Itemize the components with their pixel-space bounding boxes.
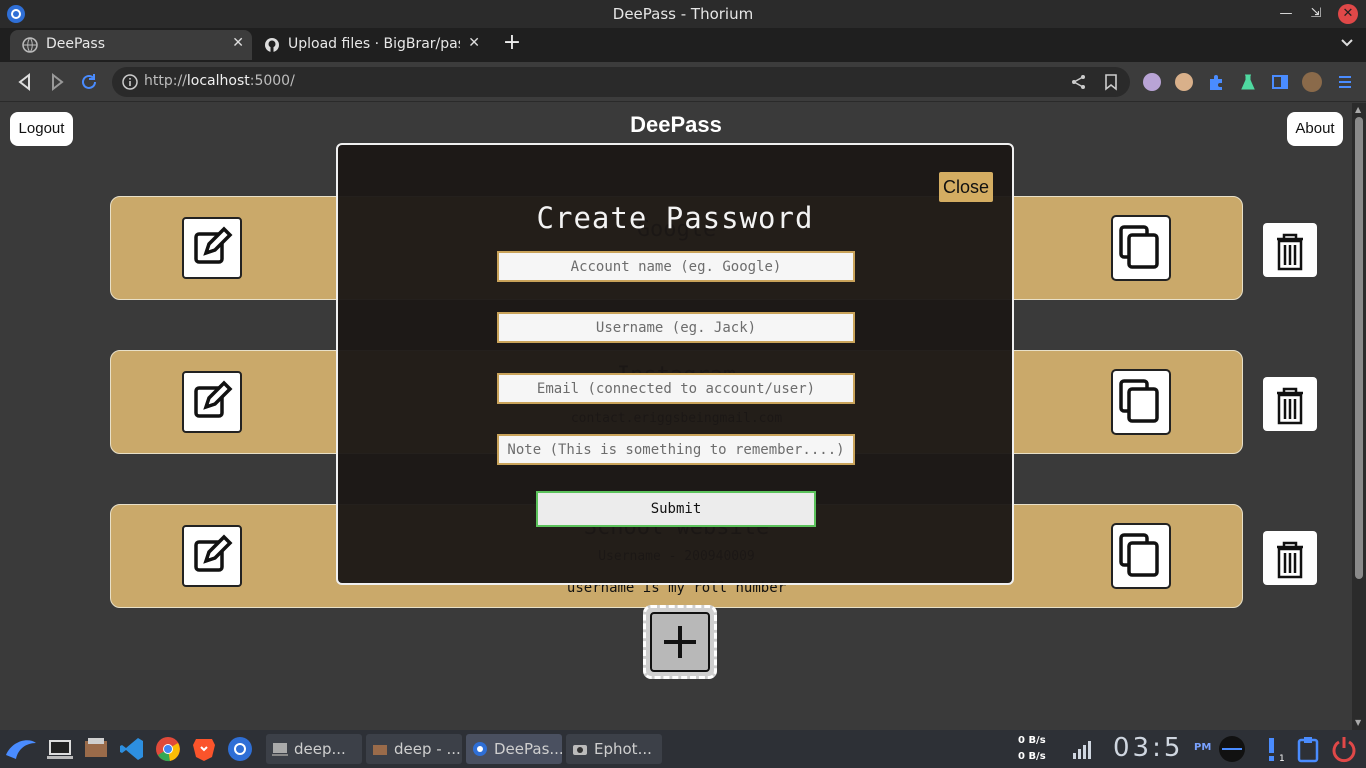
note-input[interactable] — [497, 434, 855, 465]
delete-button[interactable] — [1263, 531, 1317, 585]
add-button-inner — [650, 612, 710, 672]
task-label: deep... — [294, 740, 346, 758]
forward-icon[interactable] — [46, 71, 68, 93]
extension-face-icon[interactable] — [1175, 73, 1193, 91]
about-button[interactable]: About — [1287, 112, 1343, 146]
signal-icon[interactable] — [1070, 735, 1098, 763]
minimize-button[interactable]: — — [1276, 4, 1296, 24]
copy-icon — [1119, 379, 1159, 423]
modal-title: Create Password — [536, 201, 814, 235]
task-item[interactable]: Ephot... — [566, 734, 662, 764]
add-password-button[interactable] — [643, 605, 717, 679]
terminal-icon — [272, 743, 288, 756]
tab-label: DeePass — [46, 36, 105, 52]
tab-deepass[interactable]: DeePass ✕ — [10, 30, 252, 60]
net-download: 0 B/s — [1018, 735, 1046, 746]
new-tab-button[interactable]: + — [500, 32, 524, 56]
brand-title: DeePass — [630, 112, 722, 137]
file-manager-icon — [373, 745, 387, 755]
username-input[interactable] — [497, 312, 855, 343]
task-label: DeePas... — [494, 740, 562, 758]
brave-icon[interactable] — [190, 735, 218, 763]
tab-label: Upload files · BigBrar/passw — [288, 36, 460, 52]
scroll-down-icon[interactable]: ▼ — [1355, 719, 1363, 727]
menu-icon[interactable] — [1336, 73, 1354, 91]
chevron-down-icon[interactable] — [1340, 36, 1354, 50]
reload-icon[interactable] — [78, 71, 100, 93]
url-text: http://localhost:5000/ — [144, 73, 295, 89]
trash-icon — [1277, 541, 1303, 579]
chrome-icon[interactable] — [154, 735, 182, 763]
clipboard-icon[interactable] — [1294, 735, 1322, 763]
clock[interactable]: 03:5 — [1113, 733, 1183, 763]
maximize-button[interactable]: ⇲ — [1306, 4, 1326, 24]
task-item-active[interactable]: DeePas... — [466, 734, 562, 764]
copy-icon — [1119, 225, 1159, 269]
tab-upload-files[interactable]: Upload files · BigBrar/passw ✕ — [252, 30, 488, 60]
task-item[interactable]: deep... — [266, 734, 362, 764]
window-title: DeePass - Thorium — [612, 5, 754, 23]
terminal-icon[interactable] — [46, 735, 74, 763]
copy-button[interactable] — [1111, 215, 1171, 281]
page-scrollbar[interactable]: ▲ ▼ — [1352, 103, 1366, 730]
trash-icon — [1277, 233, 1303, 271]
globe-icon — [22, 37, 38, 53]
browser-toolbar: http://localhost:5000/ — [0, 62, 1366, 102]
trash-icon — [1277, 387, 1303, 425]
net-upload: 0 B/s — [1018, 751, 1046, 762]
flask-icon[interactable] — [1239, 73, 1257, 91]
vscode-icon[interactable] — [118, 735, 146, 763]
delete-button[interactable] — [1263, 223, 1317, 277]
extension-purple-icon[interactable] — [1143, 73, 1161, 91]
info-icon[interactable] — [122, 74, 138, 90]
modal-close-button[interactable]: Close — [939, 172, 993, 202]
copy-icon — [1119, 533, 1159, 577]
share-icon[interactable] — [1070, 73, 1088, 91]
create-password-modal: Close Create Password Submit — [336, 143, 1014, 585]
page-content: Logout DeePass About Google Username - I… — [0, 103, 1352, 730]
github-icon — [265, 38, 279, 52]
window-titlebar: DeePass - Thorium — ⇲ ✕ — [0, 0, 1366, 28]
start-menu-icon[interactable] — [4, 735, 38, 763]
tab-close-icon[interactable]: ✕ — [232, 35, 244, 51]
camera-icon — [573, 745, 587, 755]
profile-avatar[interactable] — [1302, 72, 1322, 92]
network-speed: 0 B/s 0 B/s — [1018, 733, 1046, 765]
task-label: Ephot... — [594, 740, 652, 758]
task-item[interactable]: deep - ... — [366, 734, 462, 764]
copy-button[interactable] — [1111, 523, 1171, 589]
tab-strip: DeePass ✕ Upload files · BigBrar/passw ✕… — [0, 28, 1366, 62]
media-icon[interactable] — [1216, 735, 1248, 763]
task-label: deep - ... — [394, 740, 461, 758]
tab-close-icon[interactable]: ✕ — [468, 35, 480, 51]
delete-button[interactable] — [1263, 377, 1317, 431]
plus-icon — [664, 626, 696, 658]
puzzle-icon[interactable] — [1207, 73, 1225, 91]
power-icon[interactable] — [1330, 735, 1358, 763]
email-input[interactable] — [497, 373, 855, 404]
submit-button[interactable]: Submit — [536, 491, 816, 527]
scrollbar-thumb[interactable] — [1355, 117, 1363, 579]
sidepanel-icon[interactable] — [1271, 73, 1289, 91]
taskbar: deep... deep - ... DeePas... Ephot... 0 … — [0, 730, 1366, 768]
file-manager-icon[interactable] — [82, 735, 110, 763]
account-name-input[interactable] — [497, 251, 855, 282]
back-icon[interactable] — [14, 71, 36, 93]
bookmark-icon[interactable] — [1102, 73, 1120, 91]
copy-button[interactable] — [1111, 369, 1171, 435]
window-close-button[interactable]: ✕ — [1338, 4, 1358, 24]
notification-count: 1 — [1279, 754, 1285, 764]
address-bar[interactable]: http://localhost:5000/ — [112, 67, 1130, 97]
thorium-icon — [473, 742, 487, 756]
clock-ampm: PM — [1194, 742, 1212, 753]
scroll-up-icon[interactable]: ▲ — [1355, 106, 1363, 114]
thorium-icon[interactable] — [226, 735, 254, 763]
